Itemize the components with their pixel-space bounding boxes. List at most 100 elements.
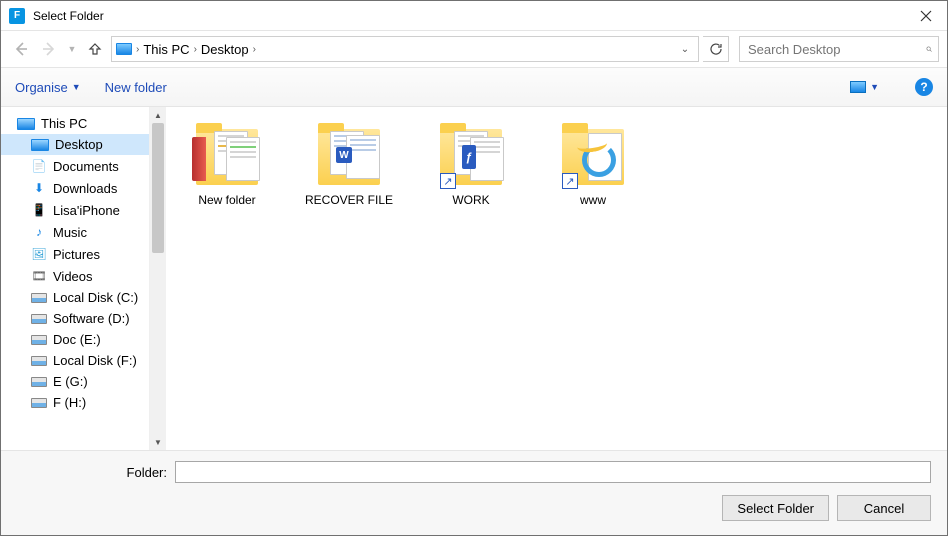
close-button[interactable] xyxy=(905,1,947,31)
tree-item[interactable]: Local Disk (F:) xyxy=(1,350,149,371)
folder-icon: W xyxy=(314,119,384,189)
tree-item-label: Pictures xyxy=(53,247,100,262)
chevron-right-icon: › xyxy=(253,44,256,55)
tree-item-label: F (H:) xyxy=(53,395,86,410)
forward-icon xyxy=(41,41,57,57)
folder-item[interactable]: New folder xyxy=(182,119,272,207)
pic-icon: 🖼 xyxy=(31,246,47,262)
tree-item-label: Desktop xyxy=(55,137,103,152)
chevron-down-icon: ▼ xyxy=(72,82,81,92)
tree-item[interactable]: Doc (E:) xyxy=(1,329,149,350)
folder-input[interactable] xyxy=(175,461,931,483)
tree-scrollbar[interactable]: ▲ ▼ xyxy=(149,107,166,450)
new-folder-label: New folder xyxy=(105,80,167,95)
folder-item[interactable]: W RECOVER FILE xyxy=(304,119,394,207)
view-menu[interactable]: ▼ xyxy=(850,81,879,93)
dl-icon: ⬇ xyxy=(31,180,47,196)
folder-field-label: Folder: xyxy=(17,465,167,480)
folder-item[interactable]: ƒ↗WORK xyxy=(426,119,516,207)
tree-item[interactable]: Local Disk (C:) xyxy=(1,287,149,308)
disk-icon xyxy=(31,314,47,324)
content-pane[interactable]: New folder W RECOVER FILE ƒ↗WORK ↗www xyxy=(166,107,947,450)
tree-item[interactable]: F (H:) xyxy=(1,392,149,413)
select-folder-button[interactable]: Select Folder xyxy=(722,495,829,521)
back-icon xyxy=(13,41,29,57)
toolbar: Organise ▼ New folder ▼ ? xyxy=(1,67,947,107)
vid-icon: 🎞 xyxy=(31,268,47,284)
tree-item[interactable]: ⬇Downloads xyxy=(1,177,149,199)
cancel-button[interactable]: Cancel xyxy=(837,495,931,521)
search-box[interactable] xyxy=(739,36,939,62)
tree-item[interactable]: Desktop xyxy=(1,134,149,155)
tree-item-label: Lisa'iPhone xyxy=(53,203,120,218)
tree-item[interactable]: Software (D:) xyxy=(1,308,149,329)
breadcrumb-leaf[interactable]: Desktop xyxy=(201,42,249,57)
forward-button[interactable] xyxy=(37,37,61,61)
tree-item[interactable]: 📱 Lisa'iPhone xyxy=(1,199,149,221)
folder-item-label: WORK xyxy=(452,193,489,207)
new-folder-button[interactable]: New folder xyxy=(105,80,167,95)
folder-item-label: www xyxy=(580,193,606,207)
select-folder-dialog: F Select Folder ▼ › This PC › Desktop › … xyxy=(0,0,948,536)
address-dropdown[interactable]: ⌄ xyxy=(676,44,694,55)
chevron-right-icon: › xyxy=(136,44,139,55)
disk-icon xyxy=(31,398,47,408)
tree-root[interactable]: This PC xyxy=(1,113,149,134)
tree-item[interactable]: 🖼 Pictures xyxy=(1,243,149,265)
address-bar[interactable]: › This PC › Desktop › ⌄ xyxy=(111,36,699,62)
window-title: Select Folder xyxy=(33,9,104,23)
recent-dropdown[interactable]: ▼ xyxy=(65,37,79,61)
disk-icon xyxy=(31,377,47,387)
disk-icon xyxy=(31,335,47,345)
this-pc-icon xyxy=(116,43,132,55)
tree-item[interactable]: 🎞 Videos xyxy=(1,265,149,287)
tree-item-label: Local Disk (C:) xyxy=(53,290,138,305)
back-button[interactable] xyxy=(9,37,33,61)
phone-icon: 📱 xyxy=(31,202,47,218)
tree-item-label: Doc (E:) xyxy=(53,332,101,347)
folder-item-label: New folder xyxy=(198,193,255,207)
tree-item[interactable]: E (G:) xyxy=(1,371,149,392)
this-pc-icon xyxy=(17,118,35,130)
app-icon: F xyxy=(9,8,25,24)
doc-icon: 📄 xyxy=(31,158,47,174)
close-icon xyxy=(920,10,932,22)
scroll-thumb[interactable] xyxy=(152,123,164,253)
search-input[interactable] xyxy=(746,41,926,58)
tree-item-label: Documents xyxy=(53,159,119,174)
refresh-icon xyxy=(709,42,723,56)
titlebar: F Select Folder xyxy=(1,1,947,31)
scroll-down-arrow[interactable]: ▼ xyxy=(150,434,166,450)
breadcrumb-root[interactable]: This PC xyxy=(143,42,189,57)
disk-icon xyxy=(31,356,47,366)
organise-menu[interactable]: Organise ▼ xyxy=(15,80,81,95)
disk-icon xyxy=(31,293,47,303)
view-icon xyxy=(850,81,866,93)
chevron-down-icon: ▼ xyxy=(870,82,879,92)
refresh-button[interactable] xyxy=(703,36,729,62)
up-icon xyxy=(88,42,102,56)
tree-item-label: Software (D:) xyxy=(53,311,130,326)
search-icon xyxy=(926,42,932,56)
folder-item-label: RECOVER FILE xyxy=(305,193,393,207)
tree-item[interactable]: ♪ Music xyxy=(1,221,149,243)
nav-row: ▼ › This PC › Desktop › ⌄ xyxy=(1,31,947,67)
tree-item-label: Local Disk (F:) xyxy=(53,353,137,368)
organise-label: Organise xyxy=(15,80,68,95)
folder-item[interactable]: ↗www xyxy=(548,119,638,207)
folder-icon xyxy=(192,119,262,189)
tree-item-label: Music xyxy=(53,225,87,240)
help-button[interactable]: ? xyxy=(915,78,933,96)
tree-item-label: E (G:) xyxy=(53,374,88,389)
tree-item-label: Videos xyxy=(53,269,93,284)
scroll-up-arrow[interactable]: ▲ xyxy=(150,107,166,123)
body: This PC Desktop 📄 Documents ⬇Downloads 📱 Lisa… xyxy=(1,107,947,450)
monitor-icon xyxy=(31,139,49,151)
chevron-right-icon: › xyxy=(194,44,197,55)
tree-item[interactable]: 📄 Documents xyxy=(1,155,149,177)
up-button[interactable] xyxy=(83,37,107,61)
tree-root-label: This PC xyxy=(41,116,87,131)
music-icon: ♪ xyxy=(31,224,47,240)
folder-tree[interactable]: This PC Desktop 📄 Documents ⬇Downloads 📱 Lisa… xyxy=(1,107,149,450)
footer: Folder: Select Folder Cancel xyxy=(1,450,947,535)
